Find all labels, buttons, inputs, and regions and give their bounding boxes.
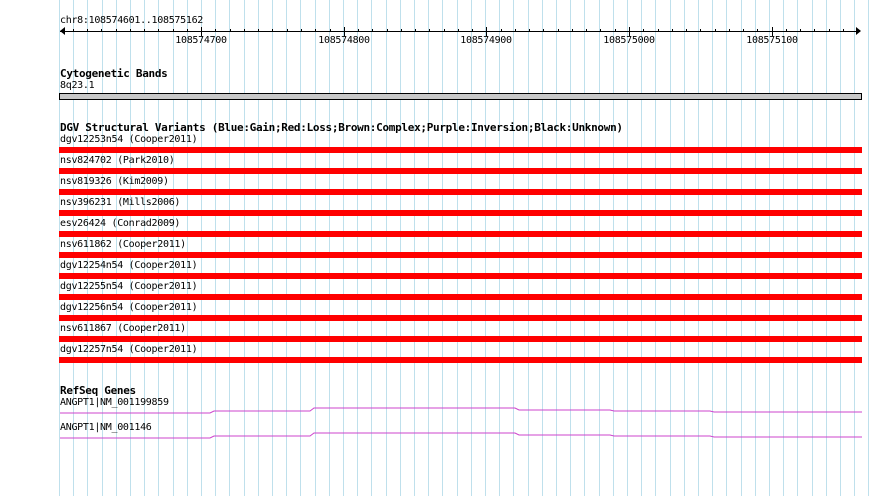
gene-transcript-line[interactable]: [60, 432, 862, 439]
refseq-gene-glyphs: [60, 407, 862, 439]
genome-browser-view: chr8:108574601..108575162 108574700 10857…: [0, 0, 890, 496]
gene-transcript-line[interactable]: [60, 407, 862, 414]
